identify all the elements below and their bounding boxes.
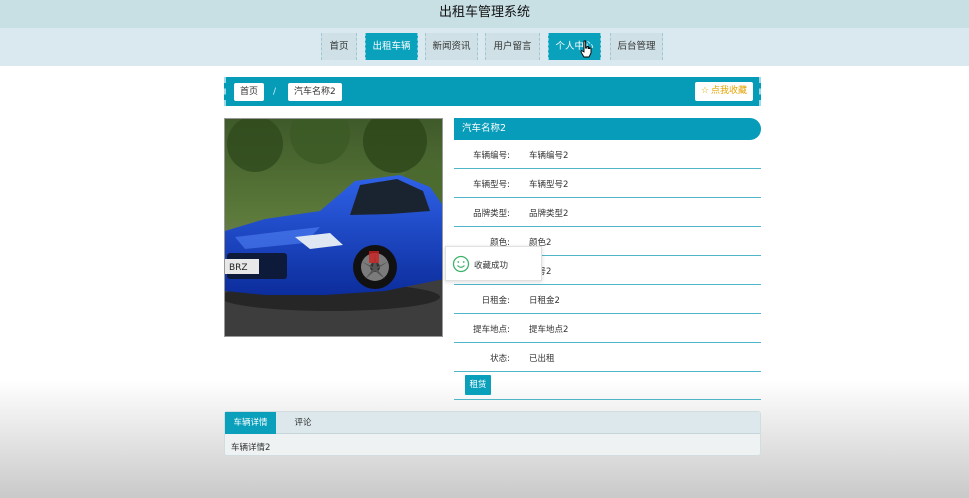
breadcrumb-current: 汽车名称2 — [288, 83, 342, 101]
nav-item-user-center[interactable]: 个人中心 — [548, 33, 601, 60]
detail-value: 日租金2 — [529, 296, 560, 306]
detail-value: 提车地点2 — [529, 325, 569, 335]
favorite-button[interactable]: ☆ 点我收藏 — [694, 82, 753, 101]
breadcrumb-home[interactable]: 首页 — [234, 83, 265, 101]
detail-label: 车辆编号: — [473, 151, 510, 161]
detail-label: 状态: — [490, 354, 510, 364]
breadcrumb: 首页 / 汽车名称2 ☆ 点我收藏 — [224, 77, 761, 106]
detail-label: 品牌类型: — [473, 209, 510, 219]
site-title: 出租车管理系统 — [0, 0, 969, 28]
nav-item-admin[interactable]: 后台管理 — [610, 33, 663, 60]
car-image: BRZ — [225, 119, 442, 336]
tab-vehicle-details[interactable]: 车辆详情 — [225, 412, 276, 434]
tab-comments[interactable]: 评论 — [283, 412, 323, 434]
detail-value: 已出租 — [529, 354, 555, 364]
breadcrumb-separator: / — [273, 87, 277, 97]
detail-value: 车辆型号2 — [529, 180, 569, 190]
toast-message: 收藏成功 — [474, 261, 509, 271]
detail-row-brand-type: 品牌类型: 品牌类型2 — [454, 198, 761, 227]
car-name-header: 汽车名称2 — [454, 118, 761, 140]
tabs-header: 车辆详情 评论 — [225, 412, 760, 434]
nav-item-news[interactable]: 新闻资讯 — [425, 33, 478, 60]
detail-row-daily-rent: 日租金: 日租金2 — [454, 285, 761, 314]
toast-notification: 收藏成功 — [445, 246, 542, 281]
detail-label: 车辆型号: — [473, 180, 510, 190]
car-photo: BRZ — [224, 118, 443, 337]
detail-row-status: 状态: 已出租 — [454, 343, 761, 372]
rent-button[interactable]: 租赁 — [465, 375, 491, 395]
star-icon: ☆ — [700, 86, 709, 96]
details-tabs: 车辆详情 评论 车辆详情2 — [224, 411, 761, 456]
hand-cursor-icon — [580, 40, 592, 58]
detail-row-pickup-location: 提车地点: 提车地点2 — [454, 314, 761, 343]
smile-icon — [452, 255, 470, 273]
nav-item-messages[interactable]: 用户留言 — [485, 33, 540, 60]
detail-row-vehicle-number: 车辆编号: 车辆编号2 — [454, 140, 761, 169]
detail-label: 日租金: — [481, 296, 510, 306]
favorite-button-label: 点我收藏 — [710, 86, 747, 96]
svg-text:BRZ: BRZ — [229, 263, 248, 273]
detail-label: 提车地点: — [473, 325, 510, 335]
main-nav: 首页 出租车辆 新闻资讯 用户留言 个人中心 后台管理 — [0, 28, 969, 66]
tab-content: 车辆详情2 — [231, 443, 271, 453]
rent-row: 租赁 — [454, 371, 761, 400]
nav-item-home[interactable]: 首页 — [321, 33, 357, 60]
detail-row-vehicle-model: 车辆型号: 车辆型号2 — [454, 169, 761, 198]
detail-value: 车辆编号2 — [529, 151, 569, 161]
detail-value: 品牌类型2 — [529, 209, 569, 219]
nav-item-rental-cars[interactable]: 出租车辆 — [365, 33, 418, 60]
